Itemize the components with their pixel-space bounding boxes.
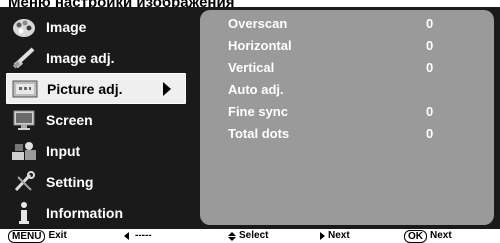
- info-icon: [10, 201, 38, 225]
- monitor-icon: [10, 108, 38, 132]
- setting-value: 0: [426, 38, 434, 53]
- brush-icon: [10, 46, 38, 70]
- right-arrow-icon: [320, 232, 325, 240]
- sidebar: Image Image adj. Picture adj. Screen Inp…: [6, 11, 196, 228]
- setting-label: Auto adj.: [228, 82, 284, 97]
- sidebar-item-picture-adj[interactable]: Picture adj.: [6, 73, 186, 104]
- sidebar-item-image-adj[interactable]: Image adj.: [8, 42, 196, 73]
- sidebar-item-label: Image: [46, 18, 87, 35]
- sidebar-item-label: Information: [46, 204, 123, 221]
- setting-label: Fine sync: [228, 104, 288, 119]
- sidebar-item-label: Picture adj.: [47, 80, 123, 97]
- key-guide-bar: MENU Exit ----- Select Next OK Next: [0, 229, 500, 243]
- setting-row-auto-adj[interactable]: Auto adj.: [228, 80, 478, 100]
- exit-label: Exit: [48, 230, 67, 241]
- sidebar-item-screen[interactable]: Screen: [8, 104, 196, 135]
- submenu-arrow-icon: [163, 82, 171, 96]
- setting-value: 0: [426, 104, 434, 119]
- osd-menu: Image Image adj. Picture adj. Screen Inp…: [0, 7, 500, 229]
- back-hint: -----: [124, 229, 152, 243]
- menu-key-icon: MENU: [8, 229, 46, 243]
- select-label: Select: [239, 230, 269, 241]
- setting-row-horizontal[interactable]: Horizontal 0: [228, 36, 478, 56]
- palette-icon: [10, 15, 38, 39]
- submenu-panel: Overscan 0 Horizontal 0 Vertical 0 Auto …: [200, 10, 494, 225]
- setting-row-total-dots[interactable]: Total dots 0: [228, 124, 478, 144]
- back-label: -----: [135, 230, 152, 241]
- setting-row-fine-sync[interactable]: Fine sync 0: [228, 102, 478, 122]
- setting-value: 0: [426, 60, 434, 75]
- next-label: Next: [328, 230, 350, 241]
- setting-label: Horizontal: [228, 38, 292, 53]
- wrench-icon: [10, 170, 38, 194]
- picture-adjust-icon: [11, 77, 39, 101]
- sidebar-item-information[interactable]: Information: [8, 197, 196, 228]
- sidebar-item-image[interactable]: Image: [8, 11, 196, 42]
- next-hint: Next: [320, 229, 350, 243]
- setting-label: Overscan: [228, 16, 288, 31]
- setting-value: 0: [426, 126, 434, 141]
- ok-next-label: Next: [430, 230, 452, 241]
- up-down-arrow-icon: [228, 231, 236, 241]
- select-hint: Select: [228, 229, 268, 243]
- ok-key-icon: OK: [404, 229, 427, 243]
- sidebar-item-label: Image adj.: [46, 49, 115, 66]
- left-arrow-icon: [124, 232, 129, 240]
- input-device-icon: [10, 139, 38, 163]
- menu-exit-hint: MENU Exit: [8, 229, 67, 243]
- sidebar-item-setting[interactable]: Setting: [8, 166, 196, 197]
- sidebar-item-label: Input: [46, 142, 81, 159]
- sidebar-item-label: Screen: [46, 111, 93, 128]
- sidebar-item-label: Setting: [46, 173, 94, 190]
- ok-next-hint: OK Next: [404, 229, 452, 243]
- setting-row-overscan[interactable]: Overscan 0: [228, 14, 478, 34]
- setting-label: Vertical: [228, 60, 275, 75]
- setting-label: Total dots: [228, 126, 290, 141]
- sidebar-item-input[interactable]: Input: [8, 135, 196, 166]
- setting-row-vertical[interactable]: Vertical 0: [228, 58, 478, 78]
- setting-value: 0: [426, 16, 434, 31]
